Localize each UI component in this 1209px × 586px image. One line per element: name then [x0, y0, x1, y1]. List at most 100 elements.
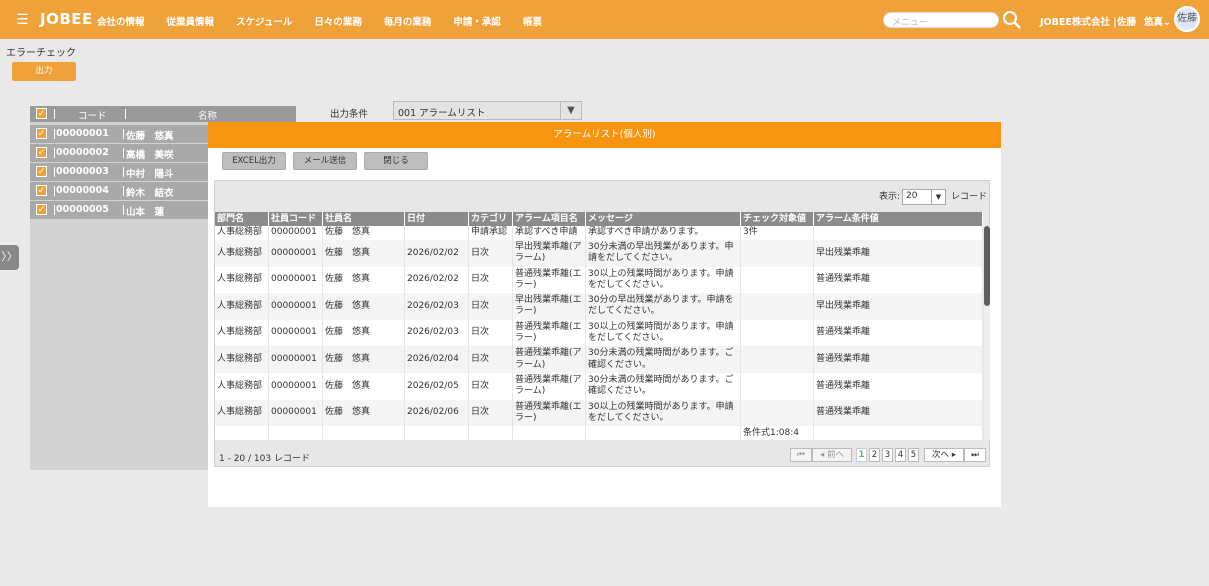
table-row[interactable]: 人事総務部 00000001 佐藤 悠真 2026/02/03 日次 早出残業乖…: [215, 293, 983, 320]
nav-company-info[interactable]: 会社の情報: [97, 14, 145, 28]
page-1-button[interactable]: 1: [856, 448, 867, 462]
cell-department: 人事総務部: [215, 346, 269, 373]
dropdown-arrow-icon[interactable]: ▼: [560, 102, 581, 119]
hamburger-icon[interactable]: ☰: [16, 12, 29, 28]
employee-name: 高橋 美咲: [126, 150, 174, 161]
employee-name: 佐藤 悠真: [126, 131, 174, 142]
cell-message: [586, 426, 741, 440]
cell-date: 2026/02/03: [405, 319, 469, 347]
page-size-select[interactable]: 20 ▼: [902, 189, 946, 205]
row-checkbox[interactable]: ✓: [36, 185, 47, 196]
row-checkbox[interactable]: ✓: [36, 204, 47, 215]
column-header[interactable]: アラーム条件値: [814, 212, 983, 226]
cell-department: 人事総務部: [215, 373, 269, 400]
column-header[interactable]: 部門名: [215, 212, 269, 226]
avatar[interactable]: 佐藤: [1174, 6, 1200, 32]
employee-row[interactable]: ✓ 00000005 山本 蓮: [30, 201, 208, 219]
select-all-checkbox[interactable]: ✓: [36, 108, 47, 119]
table-row[interactable]: 人事総務部 00000001 佐藤 悠真 2026/02/03 日次 普通残業乖…: [215, 319, 983, 347]
employee-row[interactable]: ✓ 00000001 佐藤 悠真: [30, 125, 208, 143]
condition-label: 出力条件: [330, 109, 369, 120]
column-header[interactable]: 日付: [405, 212, 469, 226]
cell-date: 2026/02/04: [405, 346, 469, 373]
page-title: エラーチェック: [6, 48, 76, 59]
page-3-button[interactable]: 3: [882, 448, 893, 462]
employee-code: 00000005: [56, 204, 109, 215]
cell-alarm-item: 普通残業乖離(アラーム): [513, 373, 586, 400]
column-header[interactable]: 社員コード: [269, 212, 323, 226]
column-header[interactable]: メッセージ: [586, 212, 741, 226]
page-5-button[interactable]: 5: [908, 448, 919, 462]
main-nav: 会社の情報 従業員情報 スケジュール 日々の業務 毎月の業務 申請・承認 帳票: [97, 14, 564, 28]
column-header[interactable]: 社員名: [323, 212, 405, 226]
cell-category: 申請承認: [469, 226, 513, 240]
employee-row[interactable]: ✓ 00000003 中村 陽斗: [30, 163, 208, 181]
cell-condition-value: [814, 426, 983, 440]
row-checkbox[interactable]: ✓: [36, 147, 47, 158]
column-header[interactable]: アラーム項目名: [513, 212, 586, 226]
cell-message: 30分未満の残業時間があります。ご確認ください。: [586, 373, 741, 400]
table-row[interactable]: 人事総務部 00000001 佐藤 悠真 2026/02/02 日次 早出残業乖…: [215, 240, 983, 267]
cell-category: [469, 426, 513, 440]
employee-code: 00000004: [56, 185, 109, 196]
cell-department: 人事総務部: [215, 226, 269, 240]
cell-employee-name: 佐藤 悠真: [323, 346, 405, 373]
close-button[interactable]: 閉じる: [364, 152, 428, 170]
column-header[interactable]: カテゴリ: [469, 212, 513, 226]
last-page-button[interactable]: ⏭: [964, 448, 986, 462]
first-page-button[interactable]: ⏮: [790, 448, 812, 462]
nav-reports[interactable]: 帳票: [523, 14, 542, 28]
cell-employee-name: 佐藤 悠真: [323, 266, 405, 294]
cell-alarm-item: 早出残業乖離(エラー): [513, 293, 586, 320]
chevron-down-icon[interactable]: ⌄: [1163, 17, 1171, 28]
employee-row[interactable]: ✓ 00000004 鈴木 結衣: [30, 182, 208, 200]
expand-sidebar-icon[interactable]: 〉〉: [0, 245, 19, 270]
nav-approval[interactable]: 申請・承認: [453, 14, 501, 28]
column-header[interactable]: チェック対象値: [741, 212, 814, 226]
nav-monthly-work[interactable]: 毎月の業務: [384, 14, 432, 28]
excel-export-button[interactable]: EXCEL出力: [222, 152, 286, 170]
scrollbar-thumb[interactable]: [984, 226, 990, 306]
page-size-label: 表示:: [879, 192, 901, 202]
table-row[interactable]: 人事総務部 00000001 佐藤 悠真 申請承認 承認すべき申請 承認すべき申…: [215, 226, 983, 240]
next-page-button[interactable]: 次へ ▸: [924, 448, 964, 462]
cell-message: 30分未満の早出残業があります。申請をだしてください。: [586, 240, 741, 267]
table-row[interactable]: 人事総務部 00000001 佐藤 悠真 2026/02/05 日次 普通残業乖…: [215, 373, 983, 400]
row-checkbox[interactable]: ✓: [36, 128, 47, 139]
cell-message: 30以上の残業時間があります。申請をだしてください。: [586, 266, 741, 294]
condition-select[interactable]: 001 アラームリスト ▼: [393, 101, 582, 120]
search-icon[interactable]: [1002, 10, 1022, 30]
chevron-down-icon[interactable]: ▼: [931, 190, 945, 204]
send-mail-button[interactable]: メール送信: [293, 152, 357, 170]
table-header: 部門名 社員コード 社員名 日付 カテゴリ アラーム項目名 メッセージ チェック…: [215, 212, 983, 226]
page-2-button[interactable]: 2: [869, 448, 880, 462]
cell-department: 人事総務部: [215, 399, 269, 427]
cell-date: 2026/02/03: [405, 293, 469, 320]
vertical-scrollbar[interactable]: [984, 226, 990, 440]
cell-employee-code: 00000001: [269, 226, 323, 240]
menu-search-input[interactable]: メニュー: [883, 12, 999, 28]
employee-row[interactable]: ✓ 00000002 高橋 美咲: [30, 144, 208, 162]
nav-daily-work[interactable]: 日々の業務: [314, 14, 362, 28]
cell-alarm-item: 普通残業乖離(エラー): [513, 399, 586, 427]
cell-check-value: [741, 399, 814, 427]
alarm-grid: 表示: 20 ▼ レコード 部門名 社員コード 社員名 日付 カテゴリ アラーム項…: [214, 180, 990, 467]
table-row[interactable]: 人事総務部 00000001 佐藤 悠真 2026/02/02 日次 普通残業乖…: [215, 266, 983, 294]
output-button[interactable]: 出力: [12, 62, 76, 81]
nav-schedule[interactable]: スケジュール: [236, 14, 292, 28]
company-name[interactable]: JOBEE株式会社 |: [1040, 14, 1117, 28]
page-4-button[interactable]: 4: [895, 448, 906, 462]
employee-code: 00000002: [56, 147, 109, 158]
logo[interactable]: JOBEE: [40, 10, 93, 28]
cell-employee-code: 00000001: [269, 319, 323, 347]
user-first-name[interactable]: 悠真⌄: [1144, 14, 1171, 28]
user-last-name[interactable]: 佐藤: [1117, 14, 1136, 28]
condition-value: 001 アラームリスト: [398, 108, 486, 119]
table-row[interactable]: 人事総務部 00000001 佐藤 悠真 2026/02/04 日次 普通残業乖…: [215, 346, 983, 373]
prev-page-button[interactable]: ◂ 前へ: [812, 448, 852, 462]
row-checkbox[interactable]: ✓: [36, 166, 47, 177]
nav-employee-info[interactable]: 従業員情報: [167, 14, 215, 28]
dialog-title: アラームリスト(個人別): [208, 122, 1001, 148]
table-row[interactable]: 人事総務部 00000001 佐藤 悠真 2026/02/06 日次 普通残業乖…: [215, 399, 983, 427]
table-row[interactable]: 条件式1:08:4: [215, 426, 983, 440]
